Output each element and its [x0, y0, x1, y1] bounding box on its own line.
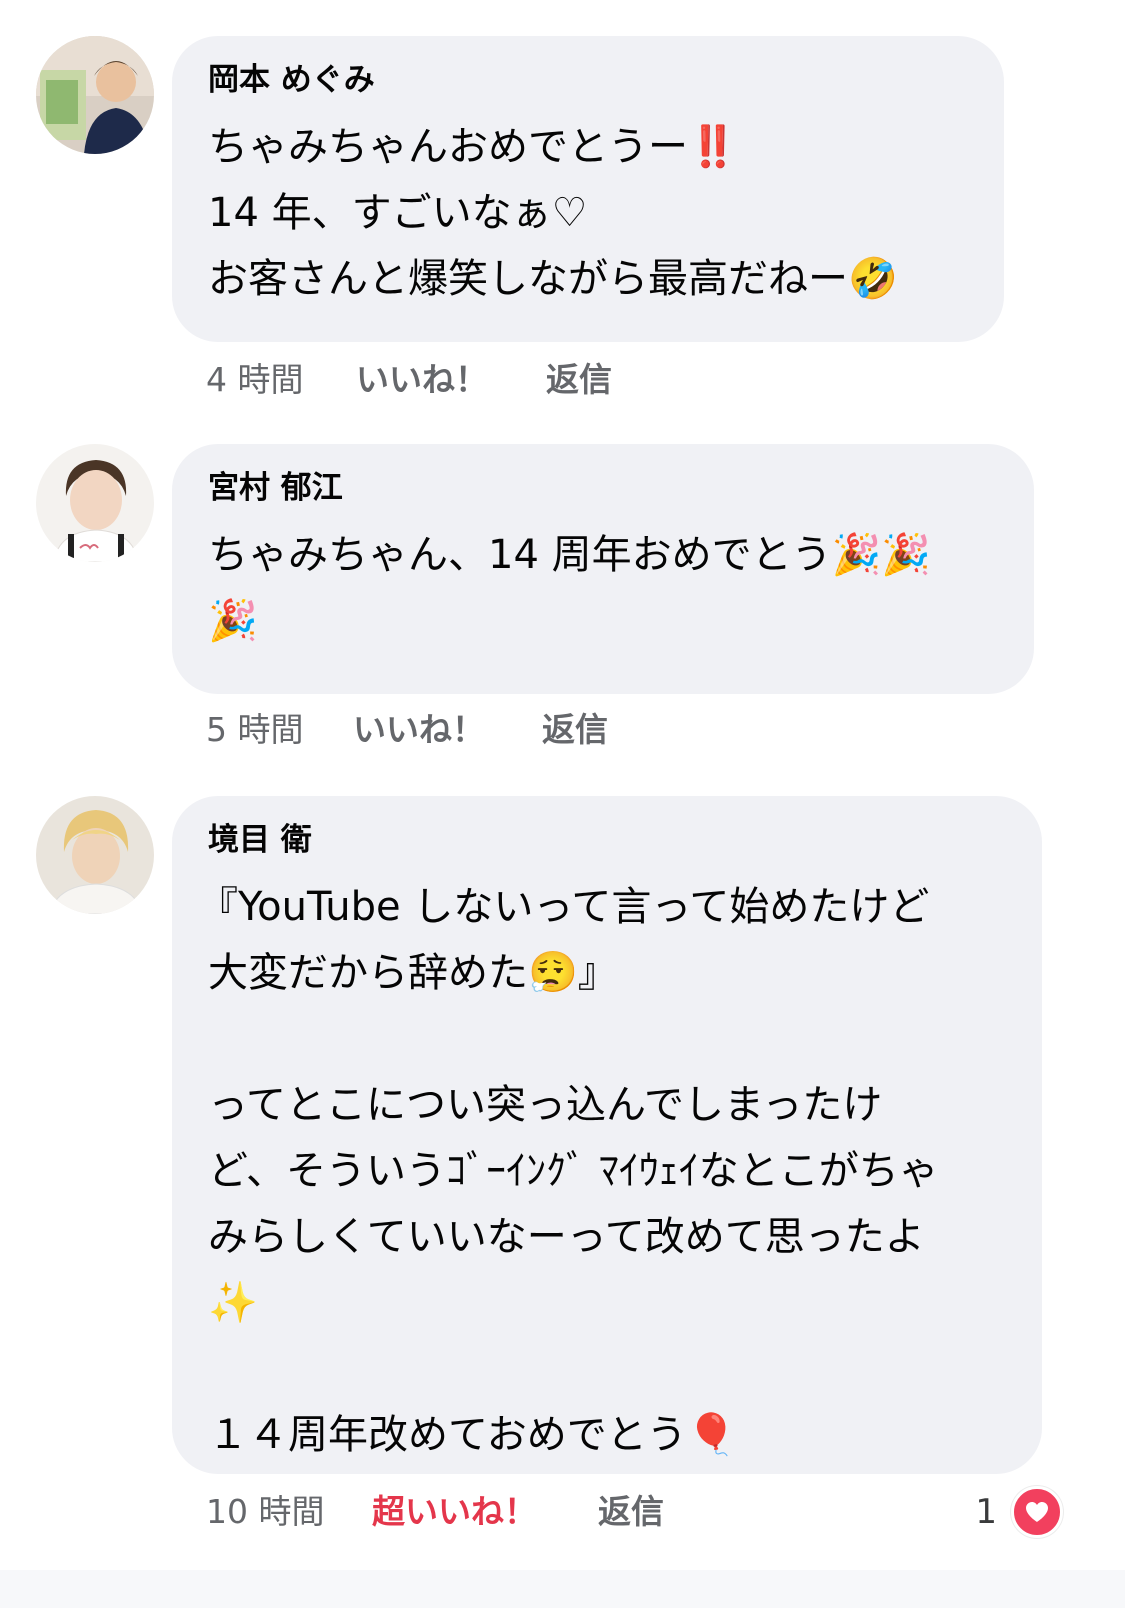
avatar-photo — [36, 444, 154, 562]
timestamp[interactable]: 4 時間 — [206, 360, 304, 400]
comment-text-line: １４周年改めておめでとう🎈 — [208, 1412, 737, 1458]
author-name[interactable]: 宮村 郁江 — [208, 468, 1000, 508]
timestamp[interactable]: 10 時間 — [206, 1492, 324, 1532]
like-button[interactable]: いいね！ — [356, 360, 488, 400]
comment-text-line: お客さんと爆笑しながら最高だねー🤣 — [208, 256, 898, 302]
avatar[interactable] — [36, 444, 154, 562]
comment-text-line — [208, 1336, 1008, 1402]
author-name[interactable]: 境目 衛 — [208, 820, 1008, 860]
comment-text-line: 14 年、すごいなぁ♡ — [208, 190, 588, 236]
avatar[interactable] — [36, 36, 154, 154]
comment-text-line: ど、そういうｺﾞｰｲﾝｸﾞ ﾏｲｳｪｲなとこがちゃ — [208, 1148, 939, 1194]
comment-text-line: ちゃみちゃん、14 周年おめでとう🎉🎉 — [208, 532, 932, 578]
footer-divider — [0, 1570, 1125, 1608]
reply-button[interactable]: 返信 — [546, 360, 612, 400]
like-button[interactable]: いいね！ — [353, 710, 485, 750]
comment-text-line: 『YouTube しないって言って始めたけど — [198, 884, 930, 930]
comment-text-line: ちゃみちゃんおめでとうー‼️ — [208, 124, 738, 170]
heart-icon — [1011, 1486, 1063, 1538]
reply-button[interactable]: 返信 — [598, 1492, 664, 1532]
comment-text-line: ✨ — [208, 1280, 258, 1326]
author-name[interactable]: 岡本 めぐみ — [208, 60, 970, 100]
comment-text-line: 大変だから辞めた😮‍💨』 — [208, 950, 618, 996]
avatar-photo — [36, 36, 154, 154]
comment-bubble: 宮村 郁江 ちゃみちゃん、14 周年おめでとう🎉🎉 🎉 — [172, 444, 1034, 694]
timestamp[interactable]: 5 時間 — [206, 710, 304, 750]
reply-button[interactable]: 返信 — [542, 710, 608, 750]
comment-text-line: みらしくていいなーって改めて思ったよ — [208, 1214, 925, 1260]
avatar[interactable] — [36, 796, 154, 914]
comment-text-line: 🎉 — [208, 598, 258, 644]
avatar-photo — [36, 796, 154, 914]
comment-bubble: 境目 衛 『YouTube しないって言って始めたけど 大変だから辞めた😮‍💨』… — [172, 796, 1042, 1474]
comment-bubble: 岡本 めぐみ ちゃみちゃんおめでとうー‼️ 14 年、すごいなぁ♡ お客さんと爆… — [172, 36, 1004, 342]
reaction-count: 1 — [975, 1492, 997, 1532]
super-like-button[interactable]: 超いいね！ — [372, 1492, 537, 1532]
comment-text-line — [208, 1006, 1008, 1072]
comment-text-line: ってとこについ突っ込んでしまったけ — [208, 1082, 883, 1128]
reaction-summary[interactable]: 1 — [975, 1486, 1063, 1538]
